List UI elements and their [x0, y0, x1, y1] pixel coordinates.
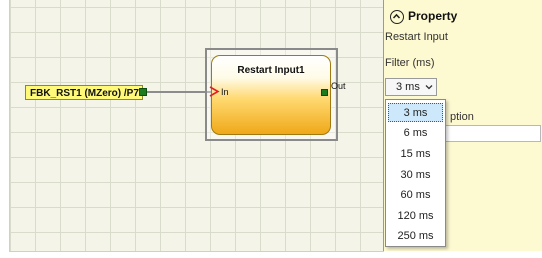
filter-option[interactable]: 250 ms — [388, 227, 443, 246]
panel-title: Property — [408, 9, 458, 23]
filter-option[interactable]: 3 ms — [388, 103, 443, 122]
filter-option[interactable]: 6 ms — [388, 124, 443, 143]
filter-option[interactable]: 15 ms — [388, 145, 443, 164]
filter-label: Filter (ms) — [385, 57, 435, 69]
block-output-label: Out — [331, 81, 346, 91]
description-label: ption — [450, 111, 474, 123]
filter-option[interactable]: 60 ms — [388, 186, 443, 205]
block-title: Restart Input1 — [237, 65, 305, 76]
block-output-port[interactable] — [321, 89, 328, 96]
filter-option[interactable]: 30 ms — [388, 166, 443, 185]
connection-wire[interactable] — [147, 91, 212, 93]
block-input-label: In — [221, 87, 229, 97]
chevron-down-icon — [425, 85, 433, 90]
input-tag-output-port[interactable] — [139, 88, 147, 96]
input-tag[interactable]: FBK_RST1 (MZero) /P7 — [25, 85, 143, 100]
chevron-up-icon — [392, 13, 401, 19]
filter-option[interactable]: 120 ms — [388, 207, 443, 226]
filter-dropdown-list[interactable]: 3 ms 6 ms 15 ms 30 ms 60 ms 120 ms 250 m… — [385, 99, 446, 247]
filter-select[interactable]: 3 ms — [385, 78, 437, 96]
description-input[interactable] — [443, 125, 541, 142]
input-arrow-icon[interactable] — [209, 86, 221, 97]
panel-subtitle: Restart Input — [385, 31, 448, 43]
filter-select-value: 3 ms — [396, 81, 420, 93]
chevron-up-circle-icon[interactable] — [390, 10, 404, 24]
